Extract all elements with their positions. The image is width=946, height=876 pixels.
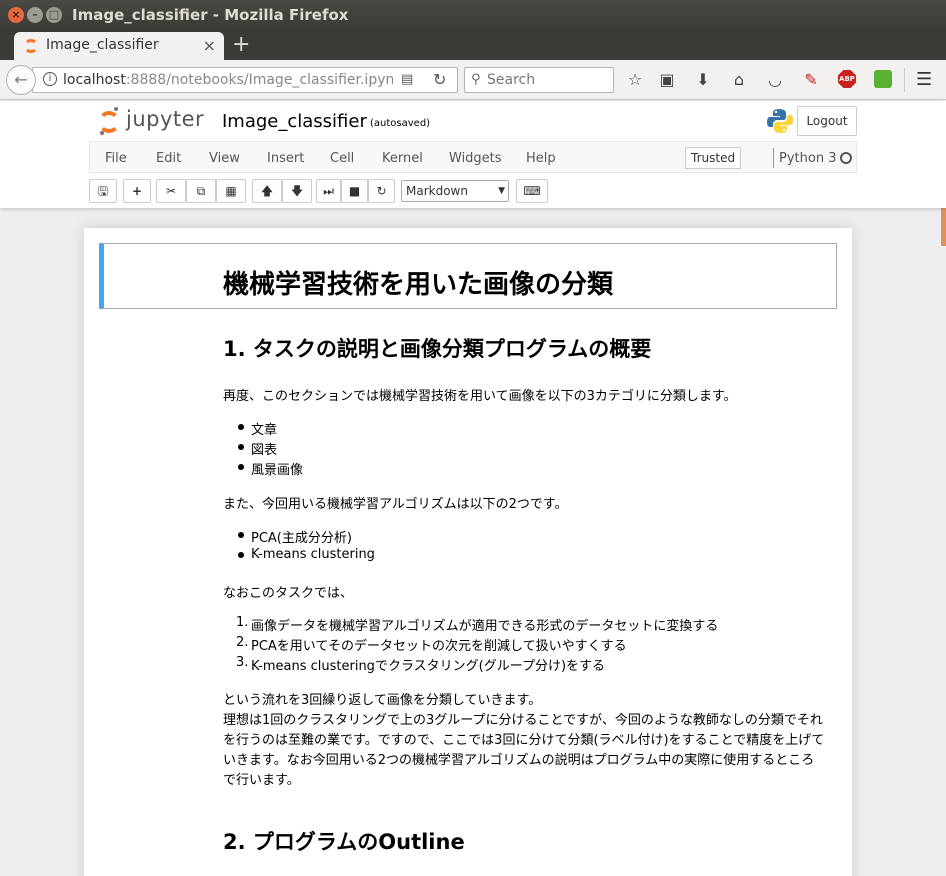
trusted-indicator[interactable]: Trusted: [685, 147, 742, 169]
list-item: 文章: [251, 423, 278, 438]
python-logo-icon: [767, 109, 793, 133]
url-text[interactable]: localhost:8888/notebooks/Image_classifie…: [63, 72, 393, 88]
list-bullet: [238, 444, 244, 450]
logout-button[interactable]: Logout: [797, 106, 857, 136]
paragraph-line: という流れを3回繰り返して画像を分類していきます。: [223, 693, 542, 708]
interrupt-kernel-icon[interactable]: ■: [341, 179, 368, 203]
copy-icon[interactable]: ⧉: [186, 179, 216, 203]
menu-view[interactable]: View: [209, 151, 240, 166]
url-bar[interactable]: i localhost:8888/notebooks/Image_classif…: [32, 67, 458, 93]
notebook-heading-1: 機械学習技術を用いた画像の分類: [223, 270, 614, 300]
search-icon: ⚲: [471, 72, 481, 87]
browser-tab[interactable]: Image_classifier ×: [14, 32, 224, 60]
window-title: Image_classifier - Mozilla Firefox: [72, 6, 349, 24]
new-tab-icon[interactable]: +: [232, 32, 250, 57]
reload-icon[interactable]: ↻: [433, 70, 446, 89]
run-cell-icon[interactable]: ⏭: [316, 179, 341, 203]
notebook-container: [84, 228, 852, 876]
cell-type-select[interactable]: Markdown ▼: [401, 180, 509, 202]
window-minimize-button[interactable]: –: [27, 7, 43, 23]
list-number: 3.: [236, 655, 249, 670]
jupyter-header: jupyter Image_classifier (autosaved) Log…: [0, 101, 946, 208]
command-palette-icon[interactable]: ⌨: [516, 179, 548, 203]
window-maximize-button[interactable]: □: [46, 7, 62, 23]
chevron-down-icon: ▼: [498, 186, 505, 196]
menu-cell[interactable]: Cell: [330, 151, 354, 166]
kernel-name: Python 3: [779, 151, 837, 166]
kernel-separator: [773, 148, 774, 168]
list-bullet: [238, 552, 244, 558]
menu-file[interactable]: File: [105, 151, 127, 166]
restart-kernel-icon[interactable]: ↻: [368, 179, 395, 203]
jupyter-logo-icon[interactable]: [98, 107, 120, 135]
paragraph-line: を行うのは至難の業です。ですので、ここでは3回に分けて分類(ラベル付け)をするこ…: [223, 733, 825, 748]
list-bullet: [238, 532, 244, 538]
kernel-idle-icon: [840, 152, 852, 164]
hamburger-menu-icon[interactable]: ☰: [916, 69, 932, 90]
paragraph-line: 理想は1回のクラスタリングで上の3グループに分けることですが、今回のような教師な…: [223, 713, 823, 728]
menu-widgets[interactable]: Widgets: [449, 151, 502, 166]
cell-type-value: Markdown: [406, 184, 468, 198]
tab-close-icon[interactable]: ×: [203, 36, 216, 55]
list-bullet: [238, 464, 244, 470]
save-icon[interactable]: 🖫: [89, 179, 117, 203]
tab-strip: Image_classifier × +: [0, 30, 946, 60]
list-item: PCAを用いてそのデータセットの次元を削減して扱いやすくする: [251, 639, 627, 654]
adblock-plus-icon[interactable]: ABP: [838, 70, 856, 88]
home-icon[interactable]: ⌂: [729, 70, 749, 90]
url-host: localhost: [63, 72, 126, 88]
notebook-name[interactable]: Image_classifier: [222, 111, 367, 132]
menu-kernel[interactable]: Kernel: [382, 151, 423, 166]
intro-paragraph: 再度、このセクションでは機械学習技術を用いて画像を以下の3カテゴリに分類します。: [223, 389, 737, 404]
menu-edit[interactable]: Edit: [156, 151, 181, 166]
pocket-icon[interactable]: ◡: [765, 70, 785, 90]
paste-icon[interactable]: ▦: [216, 179, 246, 203]
insert-cell-icon[interactable]: +: [123, 179, 151, 203]
list-item: K-means clustering: [251, 547, 375, 562]
red-extension-icon[interactable]: ✎: [801, 70, 821, 90]
list-item: 画像データを機械学習アルゴリズムが適用できる形式のデータセットに変換する: [251, 619, 719, 634]
move-down-icon[interactable]: 🡇: [282, 179, 312, 203]
list-bullet: [238, 424, 244, 430]
jupyter-wordmark[interactable]: jupyter: [126, 107, 204, 131]
url-path: :8888/notebooks/Image_classifier.ipynb: [125, 72, 393, 88]
section-2-heading: 2. プログラムのOutline: [223, 830, 465, 854]
task-intro-paragraph: なおこのタスクでは、: [223, 586, 354, 601]
reader-view-icon[interactable]: ▤: [401, 72, 413, 87]
scrollbar-thumb[interactable]: [941, 208, 946, 246]
menu-insert[interactable]: Insert: [267, 151, 304, 166]
jupyter-favicon-icon: [24, 39, 38, 53]
cut-icon[interactable]: ✂: [156, 179, 186, 203]
section-1-heading: 1. タスクの説明と画像分類プログラムの概要: [223, 337, 652, 361]
menu-help[interactable]: Help: [526, 151, 556, 166]
search-input[interactable]: Search: [487, 72, 535, 88]
window-close-button[interactable]: ×: [8, 7, 24, 23]
window-titlebar: × – □ Image_classifier - Mozilla Firefox: [0, 0, 946, 30]
back-button[interactable]: ←: [6, 65, 36, 95]
site-info-icon[interactable]: i: [43, 72, 57, 86]
bookmarks-library-icon[interactable]: ▣: [657, 70, 677, 90]
green-extension-icon[interactable]: [874, 70, 892, 88]
list-item: PCA(主成分分析): [251, 531, 352, 546]
downloads-icon[interactable]: ⬇: [693, 70, 713, 90]
tab-title: Image_classifier: [46, 37, 159, 53]
list-number: 2.: [236, 635, 249, 650]
notebook-menubar: File Edit View Insert Cell Kernel Widget…: [89, 141, 857, 173]
toolbar-separator: [904, 68, 905, 92]
search-box[interactable]: ⚲ Search: [464, 67, 614, 93]
autosave-status: (autosaved): [370, 118, 431, 129]
list-item: K-means clusteringでクラスタリング(グループ分け)をする: [251, 659, 606, 674]
navigation-toolbar: i localhost:8888/notebooks/Image_classif…: [0, 60, 946, 100]
list-number: 1.: [236, 615, 249, 630]
paragraph-line: いきます。なお今回用いる2つの機械学習アルゴリズムの説明はプログラム中の実際に使…: [223, 753, 815, 768]
list-item: 風景画像: [251, 463, 304, 478]
algorithm-intro-paragraph: また、今回用いる機械学習アルゴリズムは以下の2つです。: [223, 497, 568, 512]
move-up-icon[interactable]: 🡅: [252, 179, 282, 203]
paragraph-line: で行います。: [223, 773, 300, 788]
bookmark-star-icon[interactable]: ☆: [625, 70, 645, 90]
list-item: 図表: [251, 443, 278, 458]
